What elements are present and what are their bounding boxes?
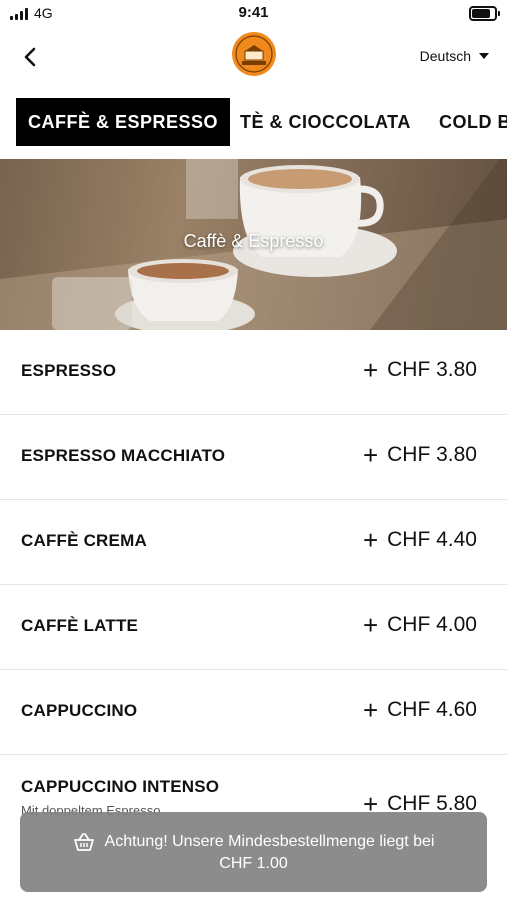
toast-amount: CHF 1.00 [219, 855, 288, 872]
tab-te-cioccolata[interactable]: TÈ & CIOCCOLATA [240, 98, 411, 146]
status-bar: 4G 9:41 [0, 0, 507, 28]
status-time: 9:41 [238, 4, 269, 21]
item-name: CAFFÈ LATTE [21, 616, 139, 635]
item-price: CHF 4.00 [387, 613, 477, 636]
plus-icon: + [362, 525, 379, 555]
category-hero-image: Caffè & Espresso [0, 159, 507, 330]
list-item[interactable]: CAFFÈ CREMA + CHF 4.40 [0, 500, 507, 585]
top-bar: Deutsch [0, 28, 507, 88]
tab-cold-beverages[interactable]: COLD B [439, 98, 507, 146]
item-name: CAPPUCCINO INTENSO [21, 777, 220, 796]
add-to-cart-button[interactable]: + CHF 3.80 [363, 442, 477, 468]
category-tabs: CAFFÈ & ESPRESSO TÈ & CIOCCOLATA COLD B [0, 98, 507, 148]
item-name: CAPPUCCINO [21, 701, 138, 720]
item-name: CAFFÈ CREMA [21, 531, 147, 550]
plus-icon: + [362, 610, 379, 640]
hero-title: Caffè & Espresso [183, 231, 324, 251]
item-price: CHF 4.60 [387, 698, 477, 721]
chevron-left-icon [24, 47, 36, 67]
caret-down-icon [479, 53, 489, 59]
plus-icon: + [362, 695, 379, 725]
toast-message: Achtung! Unsere Mindesbestellmenge liegt… [104, 833, 435, 850]
list-item[interactable]: CAPPUCCINO + CHF 4.60 [0, 670, 507, 755]
item-price: CHF 3.80 [387, 358, 477, 381]
tab-caffe-espresso[interactable]: CAFFÈ & ESPRESSO [16, 98, 231, 146]
list-item[interactable]: CAFFÈ LATTE + CHF 4.00 [0, 585, 507, 670]
add-to-cart-button[interactable]: + CHF 4.00 [363, 612, 477, 638]
item-price: CHF 3.80 [387, 443, 477, 466]
language-selector[interactable]: Deutsch [420, 48, 489, 64]
back-button[interactable] [18, 44, 44, 70]
item-price: CHF 4.40 [387, 528, 477, 551]
list-item[interactable]: ESPRESSO MACCHIATO + CHF 3.80 [0, 415, 507, 500]
plus-icon: + [362, 440, 379, 470]
item-name: ESPRESSO [21, 361, 117, 380]
minimum-order-toast: Achtung! Unsere Mindesbestellmenge liegt… [20, 812, 487, 892]
language-label: Deutsch [419, 48, 471, 64]
add-to-cart-button[interactable]: + CHF 3.80 [363, 357, 477, 383]
add-to-cart-button[interactable]: + CHF 4.60 [363, 697, 477, 723]
brand-logo [231, 31, 277, 77]
battery-icon [469, 6, 500, 21]
product-list: ESPRESSO + CHF 3.80 ESPRESSO MACCHIATO + C… [0, 330, 507, 839]
plus-icon: + [362, 355, 379, 385]
add-to-cart-button[interactable]: + CHF 4.40 [363, 527, 477, 553]
caffe-spettacolo-logo-icon [232, 32, 276, 76]
item-name: ESPRESSO MACCHIATO [21, 446, 226, 465]
basket-icon [73, 833, 94, 851]
list-item[interactable]: ESPRESSO + CHF 3.80 [0, 330, 507, 415]
